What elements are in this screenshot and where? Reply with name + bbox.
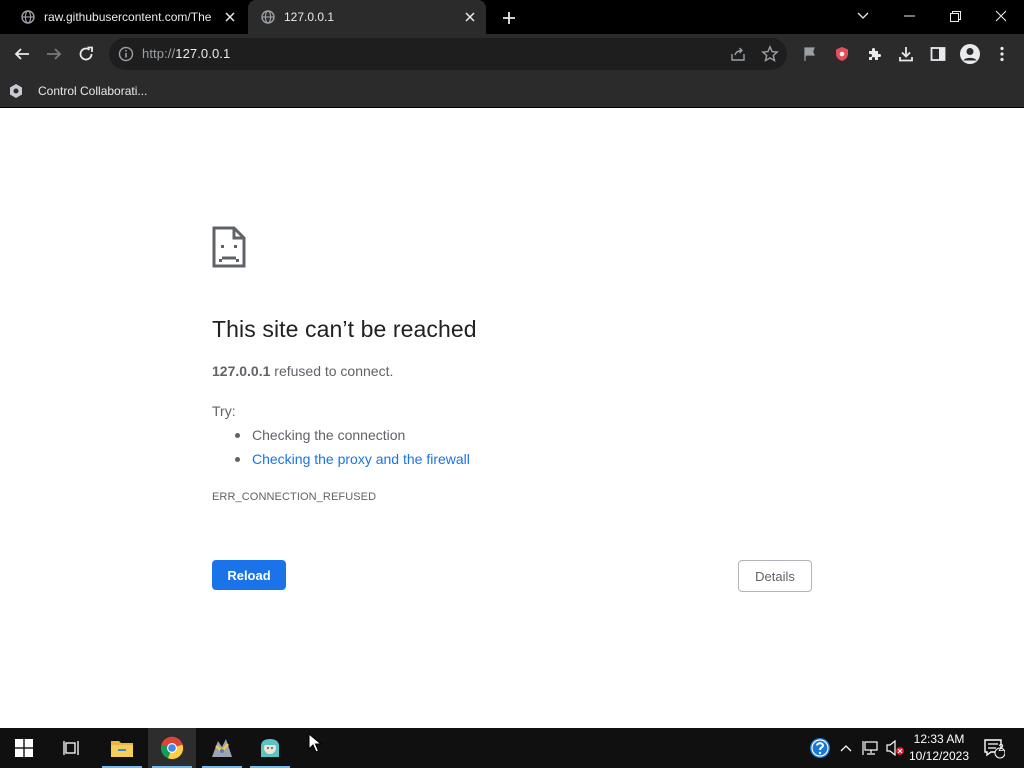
error-message-text: refused to connect. (270, 363, 394, 379)
new-tab-button[interactable] (498, 7, 520, 29)
task-view-icon (63, 741, 79, 755)
mouse-cursor-icon (308, 733, 322, 753)
volume-muted-icon[interactable] (884, 728, 906, 768)
details-button[interactable]: Details (738, 560, 812, 592)
error-code: ERR_CONNECTION_REFUSED (212, 491, 377, 503)
restore-button[interactable] (932, 0, 978, 32)
close-tab-icon[interactable] (222, 9, 238, 25)
tab-raw-githubusercontent[interactable]: raw.githubusercontent.com/The (8, 0, 246, 34)
forward-button[interactable] (40, 40, 68, 68)
tab-strip: raw.githubusercontent.com/The 127.0.0.1 (0, 0, 1024, 34)
control-collaboration-taskbar-button[interactable] (198, 728, 246, 768)
menu-kebab-icon[interactable] (988, 40, 1016, 68)
browser-toolbar: http://127.0.0.1 (0, 34, 1024, 74)
url-host: 127.0.0.1 (175, 46, 231, 61)
address-bar[interactable]: http://127.0.0.1 (109, 38, 787, 70)
download-icon[interactable] (892, 40, 920, 68)
close-window-button[interactable] (978, 0, 1024, 32)
browser-chrome: raw.githubusercontent.com/The 127.0.0.1 (0, 0, 1024, 108)
network-icon[interactable] (860, 728, 882, 768)
control-collaboration-icon (212, 739, 232, 757)
notification-count-badge: 2 (998, 743, 1004, 754)
profile-avatar-icon[interactable] (956, 40, 984, 68)
suggestion-check-proxy-firewall-link[interactable]: Checking the proxy and the firewall (232, 450, 470, 474)
extensions-puzzle-icon[interactable] (860, 40, 888, 68)
shield-extension-icon[interactable] (828, 40, 856, 68)
reload-page-button[interactable] (72, 40, 100, 68)
bookmark-control-collaboration[interactable]: Control Collaborati... (8, 80, 147, 102)
bookmarks-bar: Control Collaborati... (0, 74, 1024, 108)
start-button[interactable] (0, 728, 48, 768)
try-label: Try: (212, 403, 236, 419)
share-icon[interactable] (729, 45, 747, 63)
site-info-icon[interactable] (118, 46, 134, 62)
error-title: This site can’t be reached (212, 316, 477, 342)
reload-button[interactable]: Reload (212, 560, 286, 590)
side-panel-icon[interactable] (924, 40, 952, 68)
url-text[interactable]: http://127.0.0.1 (142, 46, 230, 61)
notification-center-button[interactable]: 2 (978, 728, 1010, 768)
taskbar: 12:33 AM 10/12/2023 2 (0, 728, 1024, 768)
sad-page-icon (212, 226, 246, 268)
bookmark-label: Control Collaborati... (38, 84, 148, 98)
clock-time: 12:33 AM (913, 732, 965, 746)
tab-title: raw.githubusercontent.com/The (44, 10, 212, 24)
bookmark-star-icon[interactable] (761, 45, 779, 63)
url-scheme: http:// (142, 46, 176, 61)
tab-127-0-0-1[interactable]: 127.0.0.1 (248, 0, 486, 34)
globe-icon (260, 9, 276, 25)
page-content: This site can’t be reached 127.0.0.1 ref… (0, 108, 1024, 728)
chrome-taskbar-button[interactable] (148, 728, 196, 768)
system-clock[interactable]: 12:33 AM 10/12/2023 (906, 731, 972, 765)
error-message: 127.0.0.1 refused to connect. (212, 363, 393, 379)
tab-title: 127.0.0.1 (284, 10, 335, 24)
tab-search-chevron-down-icon[interactable] (840, 0, 886, 32)
clock-date: 10/12/2023 (908, 749, 970, 763)
chrome-icon (160, 736, 184, 760)
globe-icon (20, 9, 36, 25)
help-tray-icon[interactable] (806, 728, 834, 768)
error-host: 127.0.0.1 (212, 363, 271, 379)
windows-logo-icon (15, 739, 33, 757)
hatsune-app-icon (261, 739, 279, 757)
suggestion-check-connection: Checking the connection (232, 426, 470, 450)
suggestions-list: Checking the connection Checking the pro… (232, 426, 470, 474)
show-hidden-icons-chevron-up-icon[interactable] (836, 728, 856, 768)
hatsune-app-taskbar-button[interactable] (246, 728, 294, 768)
minimize-button[interactable] (886, 0, 932, 32)
close-tab-icon[interactable] (462, 9, 478, 25)
file-explorer-icon (111, 741, 133, 757)
task-view-button[interactable] (48, 728, 96, 768)
control-collaboration-icon (8, 83, 24, 99)
back-button[interactable] (8, 40, 36, 68)
flag-extension-icon[interactable] (796, 40, 824, 68)
file-explorer-button[interactable] (98, 728, 146, 768)
